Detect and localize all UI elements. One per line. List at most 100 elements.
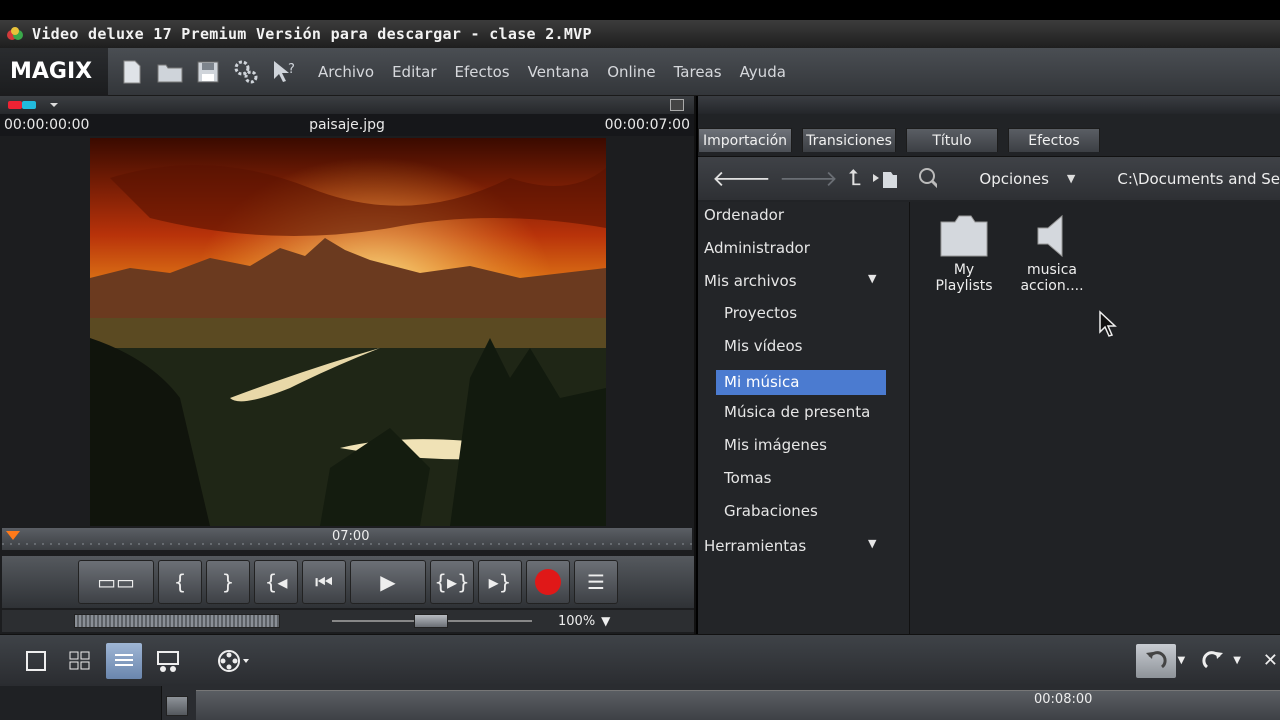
path-field[interactable]: C:\Documents and Se bbox=[1117, 170, 1280, 188]
mis-archivos-expand-icon[interactable]: ▼ bbox=[868, 272, 876, 285]
time-end: 00:00:07:00 bbox=[604, 117, 690, 133]
tab-importacion[interactable]: Importación bbox=[698, 128, 792, 152]
record-button[interactable] bbox=[526, 560, 570, 604]
undo-icon[interactable] bbox=[1135, 643, 1176, 678]
preview-time-row: 00:00:00:00 paisaje.jpg 00:00:07:00 bbox=[0, 114, 694, 136]
undo-dropdown-icon[interactable]: ▼ bbox=[1178, 655, 1186, 666]
single-view-icon[interactable] bbox=[18, 643, 54, 679]
tree-item-mi-musica[interactable]: Mi música bbox=[716, 370, 886, 395]
ruler-label: 07:00 bbox=[332, 529, 370, 544]
window-titlebar: Video deluxe 17 Premium Versión para des… bbox=[0, 20, 1280, 48]
media-browser: Importación Transiciones Título Efectos … bbox=[698, 96, 1280, 634]
track-header-area bbox=[0, 686, 162, 720]
search-icon[interactable] bbox=[917, 166, 938, 192]
preview-monitor: 00:00:00:00 paisaje.jpg 00:00:07:00 07:0… bbox=[0, 96, 696, 634]
playhead-marker[interactable] bbox=[6, 531, 20, 540]
jump-to-in-button[interactable]: {◂ bbox=[254, 560, 298, 604]
menu-bar: MAGIX ? Archivo Editar Efectos Ventana O… bbox=[0, 47, 1280, 96]
zoom-slider[interactable] bbox=[332, 614, 532, 628]
maximize-icon[interactable] bbox=[670, 99, 684, 111]
play-button[interactable]: ▶ bbox=[350, 560, 426, 604]
browser-tabs: Importación Transiciones Título Efectos bbox=[698, 126, 1280, 152]
menu-tareas[interactable]: Tareas bbox=[674, 63, 722, 81]
tree-item-musica-presenta[interactable]: Música de presenta bbox=[724, 403, 870, 421]
app-icon bbox=[7, 27, 23, 40]
tab-titulo[interactable]: Título bbox=[906, 128, 998, 152]
jump-to-out-button[interactable]: {▸} bbox=[430, 560, 474, 604]
transport-controls: ▭▭ { } {◂ ⏮ ▶ {▸} ▸} ☰ bbox=[2, 556, 694, 608]
forward-arrow-icon[interactable]: 🡒 bbox=[779, 166, 838, 192]
browser-toolbar: 🡐 🡒 ⮤ Opciones ▼ C:\Documents and Se bbox=[698, 156, 1280, 200]
file-list: My Playlists musica accion.... bbox=[910, 202, 1280, 634]
file-label-line2: accion.... bbox=[1020, 278, 1084, 294]
herramientas-expand-icon[interactable]: ▼ bbox=[868, 537, 876, 550]
back-arrow-icon[interactable]: 🡐 bbox=[712, 166, 771, 192]
timeline-toolbar: ▼ ▼ ✕ bbox=[0, 634, 1280, 686]
timeline-area: 00:08:00 bbox=[0, 686, 1280, 720]
tree-item-proyectos[interactable]: Proyectos bbox=[724, 304, 797, 322]
lock-icon[interactable] bbox=[166, 696, 188, 716]
preview-subbar: 100% ▼ bbox=[2, 610, 694, 632]
settings-icon[interactable] bbox=[232, 58, 260, 86]
storyboard-view-icon[interactable] bbox=[62, 643, 98, 679]
timeline-view-icon[interactable] bbox=[106, 642, 142, 679]
tree-item-administrador[interactable]: Administrador bbox=[704, 239, 810, 257]
tab-efectos[interactable]: Efectos bbox=[1008, 128, 1100, 152]
file-item[interactable]: musica accion.... bbox=[1012, 212, 1092, 294]
film-reel-icon[interactable] bbox=[216, 643, 252, 679]
close-icon[interactable]: ✕ bbox=[1263, 650, 1278, 671]
options-menu[interactable]: Opciones bbox=[979, 170, 1048, 188]
folder-tree: Ordenador Administrador Mis archivos ▼ P… bbox=[698, 202, 910, 634]
timeline-ruler[interactable] bbox=[196, 690, 1280, 720]
menu-ventana[interactable]: Ventana bbox=[528, 63, 590, 81]
time-start: 00:00:00:00 bbox=[4, 117, 90, 133]
tree-item-herramientas[interactable]: Herramientas bbox=[704, 537, 806, 555]
file-item[interactable]: My Playlists bbox=[924, 212, 1004, 294]
menu-online[interactable]: Online bbox=[607, 63, 655, 81]
preview-header bbox=[0, 96, 694, 114]
preview-file-name: paisaje.jpg bbox=[309, 117, 385, 133]
menu-editar[interactable]: Editar bbox=[392, 63, 436, 81]
redo-icon[interactable] bbox=[1195, 643, 1231, 679]
save-icon[interactable] bbox=[194, 58, 222, 86]
menu-archivo[interactable]: Archivo bbox=[318, 63, 374, 81]
open-folder-icon[interactable] bbox=[156, 58, 184, 86]
preview-timeline-ruler[interactable]: 07:00 bbox=[2, 528, 692, 550]
tree-item-tomas[interactable]: Tomas bbox=[724, 469, 771, 487]
menu-ayuda[interactable]: Ayuda bbox=[740, 63, 786, 81]
mouse-cursor-icon bbox=[1099, 310, 1117, 337]
list-button[interactable]: ☰ bbox=[574, 560, 618, 604]
mixer-view-icon[interactable] bbox=[150, 643, 186, 679]
redo-dropdown-icon[interactable]: ▼ bbox=[1233, 655, 1241, 666]
preview-image bbox=[90, 138, 606, 526]
tree-item-grabaciones[interactable]: Grabaciones bbox=[724, 502, 818, 520]
tree-item-mis-archivos[interactable]: Mis archivos bbox=[704, 272, 797, 290]
tree-item-mis-imagenes[interactable]: Mis imágenes bbox=[724, 436, 827, 454]
zoom-slider-thumb[interactable] bbox=[414, 614, 448, 628]
set-out-marker-button[interactable]: } bbox=[206, 560, 250, 604]
new-file-icon[interactable] bbox=[118, 58, 146, 86]
zoom-dropdown-icon[interactable]: ▼ bbox=[601, 614, 610, 628]
monitor-mode-icon[interactable] bbox=[8, 99, 60, 111]
zoom-value[interactable]: 100% bbox=[558, 614, 595, 629]
svg-text:?: ? bbox=[288, 62, 295, 77]
folder-nav-icon[interactable] bbox=[871, 168, 898, 190]
shuttle-slider[interactable] bbox=[74, 614, 280, 628]
main-menu: Archivo Editar Efectos Ventana Online Ta… bbox=[318, 63, 804, 81]
help-cursor-icon[interactable]: ? bbox=[270, 58, 298, 86]
options-dropdown-icon[interactable]: ▼ bbox=[1067, 172, 1075, 185]
tab-transiciones[interactable]: Transiciones bbox=[802, 128, 896, 152]
set-in-marker-button[interactable]: { bbox=[158, 560, 202, 604]
skip-back-button[interactable]: ⏮ bbox=[302, 560, 346, 604]
file-label-line2: Playlists bbox=[935, 278, 993, 294]
file-label-line1: My bbox=[953, 262, 975, 278]
skip-forward-button[interactable]: ▸} bbox=[478, 560, 522, 604]
tree-item-mis-videos[interactable]: Mis vídeos bbox=[724, 337, 802, 355]
browser-header bbox=[698, 96, 1280, 114]
up-folder-icon[interactable]: ⮤ bbox=[848, 166, 861, 191]
tree-item-ordenador[interactable]: Ordenador bbox=[704, 206, 784, 224]
file-label-line1: musica bbox=[1027, 262, 1077, 278]
menu-efectos[interactable]: Efectos bbox=[455, 63, 510, 81]
window-title: Video deluxe 17 Premium Versión para des… bbox=[32, 25, 592, 43]
view-mode-button[interactable]: ▭▭ bbox=[78, 560, 154, 604]
